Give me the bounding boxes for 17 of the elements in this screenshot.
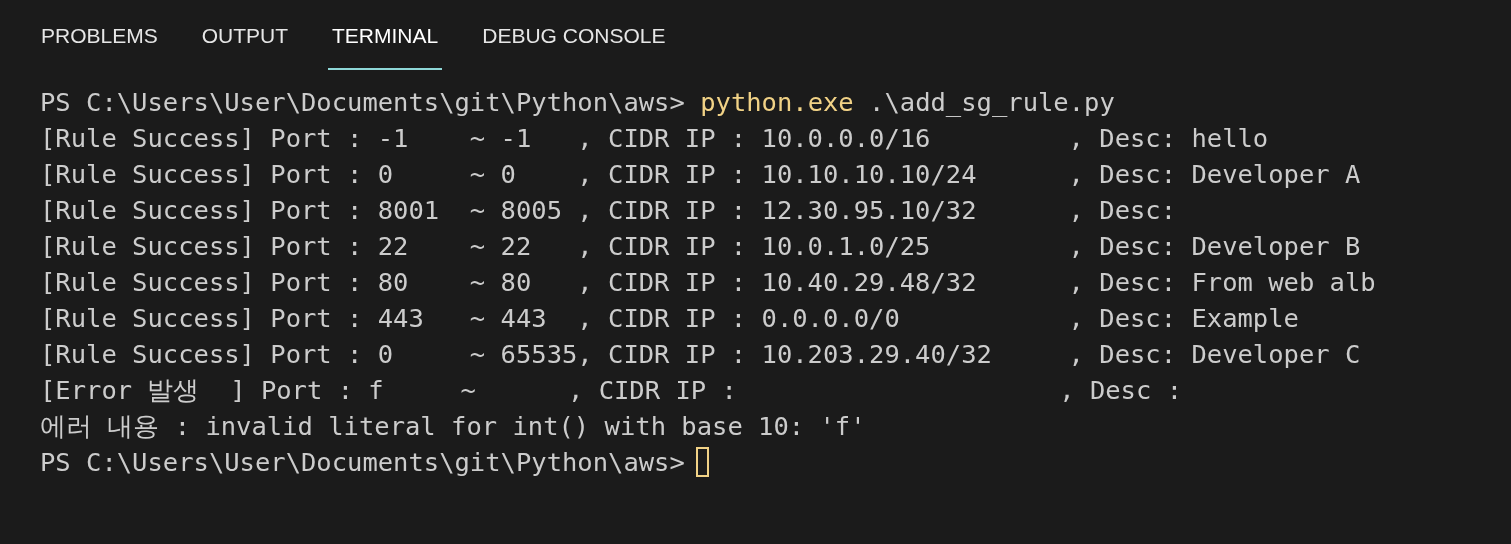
output-line: [Rule Success] Port : -1 ~ -1 , CIDR IP : 10.0.0.0/16 , Desc: hello	[40, 122, 1269, 155]
output-line: [Rule Success] Port : 443 ~ 443 , CIDR IP : 0.0.0.0/0 , Desc: Example	[40, 302, 1299, 335]
panel-tab[interactable]: DEBUG CONSOLE	[478, 0, 670, 70]
output-line: [Rule Success] Port : 0 ~ 0 , CIDR IP : 10.10.10.10/24 , Desc: Developer A	[40, 158, 1361, 191]
panel-tab[interactable]: PROBLEMS	[37, 0, 162, 70]
prompt-path: PS C:\Users\User\Documents\git\Python\aws>	[40, 86, 685, 119]
panel-tab[interactable]: OUTPUT	[197, 0, 293, 70]
output-line: [Rule Success] Port : 80 ~ 80 , CIDR IP : 10.40.29.48/32 , Desc: From web alb	[40, 266, 1376, 299]
panel-tab[interactable]: TERMINAL	[328, 0, 443, 70]
command-argument: .\add_sg_rule.py	[869, 86, 1115, 119]
output-line: [Rule Success] Port : 22 ~ 22 , CIDR IP : 10.0.1.0/25 , Desc: Developer B	[40, 230, 1361, 263]
prompt-path: PS C:\Users\User\Documents\git\Python\aws>	[40, 446, 685, 479]
output-line: [Rule Success] Port : 0 ~ 65535, CIDR IP : 10.203.29.40/32 , Desc: Developer C	[40, 338, 1361, 371]
output-line: [Rule Success] Port : 8001 ~ 8005 , CIDR IP : 12.30.95.10/32 , Desc:	[40, 194, 1177, 227]
output-line: [Error 발생 ] Port : f ~ , CIDR IP : , Desc :	[40, 374, 1182, 407]
output-line: 에러 내용 : invalid literal for int() with base 10: 'f'	[40, 410, 866, 443]
command-name: python.exe	[700, 86, 854, 119]
